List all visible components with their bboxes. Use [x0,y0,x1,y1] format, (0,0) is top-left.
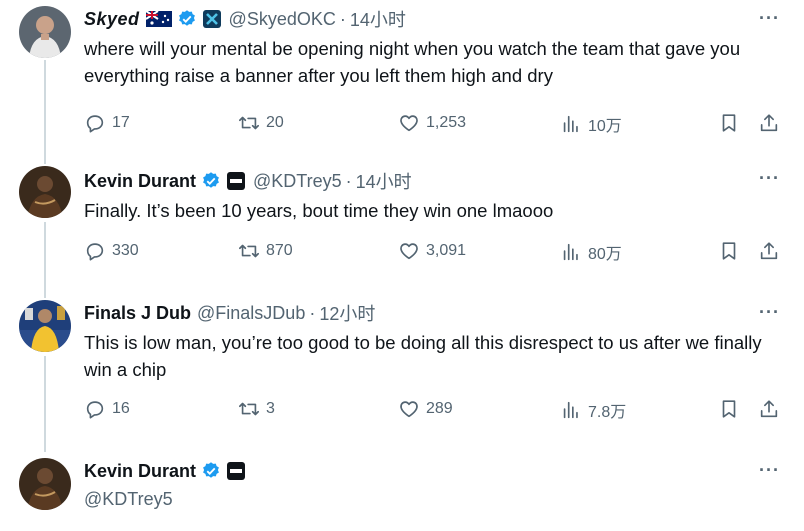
reply-icon [86,401,104,419]
reply-count: 16 [112,400,130,417]
share-button[interactable] [758,398,780,420]
thread-line [44,356,46,452]
separator-dot: · [345,170,352,191]
handle[interactable]: @KDTrey5 [84,489,173,510]
like-button[interactable]: 1,253 [398,112,466,134]
timestamp[interactable]: 14小时 [350,6,406,32]
tweet-text: where will your mental be opening night … [84,38,741,86]
retweet-icon [239,116,259,130]
retweet-button[interactable]: 870 [238,240,293,262]
views-button[interactable]: 7.8万 [560,398,626,422]
retweet-button[interactable]: 20 [238,112,284,134]
avatar[interactable] [19,6,71,58]
verified-icon [203,462,219,478]
bookmark-icon [722,400,736,418]
more-options-icon[interactable]: ··· [759,168,780,189]
share-icon [760,400,778,418]
reply-count: 17 [112,114,130,131]
views-icon [563,243,578,261]
like-count: 1,253 [426,114,467,131]
share-button[interactable] [758,112,780,134]
like-count: 3,091 [426,242,467,259]
like-button[interactable]: 3,091 [398,240,466,262]
views-button[interactable]: 80万 [560,240,622,264]
reply-button[interactable]: 16 [84,398,130,420]
display-name[interactable]: Finals J Dub [84,303,191,324]
like-button[interactable]: 289 [398,398,453,420]
bookmark-button[interactable] [718,112,740,134]
tweet-text: This is low man, you’re too good to be d… [84,332,762,380]
share-button[interactable] [758,240,780,262]
retweet-icon [239,402,259,416]
bookmark-icon [722,114,736,132]
thread-line [44,60,46,164]
share-icon [760,114,778,132]
verified-icon [178,10,195,26]
views-icon [563,115,578,133]
display-name[interactable]: Skyed [84,9,140,30]
like-count: 289 [426,400,453,417]
handle[interactable]: @SkyedOKC [229,9,336,30]
affiliate-badge-icon [227,172,246,190]
bookmark-button[interactable] [718,240,740,262]
views-count: 7.8万 [588,404,627,421]
reply-icon [86,115,104,133]
retweet-count: 20 [266,114,284,131]
views-count: 80万 [588,246,622,263]
more-options-icon[interactable]: ··· [759,8,780,29]
affiliate-badge-icon [202,10,221,28]
reply-count: 330 [112,242,139,259]
separator-dot: · [339,8,346,29]
verified-icon [203,172,219,188]
timestamp[interactable]: 14小时 [356,168,412,194]
tweet-text: Finally. It’s been 10 years, bout time t… [84,200,554,221]
retweet-icon [239,244,259,258]
more-options-icon[interactable]: ··· [759,302,780,323]
retweet-button[interactable]: 3 [238,398,275,420]
avatar[interactable] [19,166,71,218]
reply-button[interactable]: 17 [84,112,130,134]
reply-button[interactable]: 330 [84,240,139,262]
handle[interactable]: @FinalsJDub [197,303,305,324]
thread-line [44,222,46,298]
avatar[interactable] [19,300,71,352]
bookmark-button[interactable] [718,398,740,420]
bookmark-icon [722,242,736,260]
views-icon [563,401,578,419]
display-name[interactable]: Kevin Durant [84,171,196,192]
flag-icon [144,10,172,27]
avatar[interactable] [19,458,71,510]
heart-icon [400,243,418,260]
views-button[interactable]: 10万 [560,112,622,136]
reply-icon [86,243,104,261]
handle[interactable]: @KDTrey5 [253,171,342,192]
separator-dot: · [309,302,316,323]
retweet-count: 870 [266,242,293,259]
timestamp[interactable]: 12小时 [319,300,375,326]
heart-icon [400,115,418,132]
display-name[interactable]: Kevin Durant [84,461,196,482]
retweet-count: 3 [266,400,275,417]
affiliate-badge-icon [227,462,246,480]
share-icon [760,242,778,260]
views-count: 10万 [588,118,622,135]
heart-icon [400,401,418,418]
more-options-icon[interactable]: ··· [759,460,780,481]
